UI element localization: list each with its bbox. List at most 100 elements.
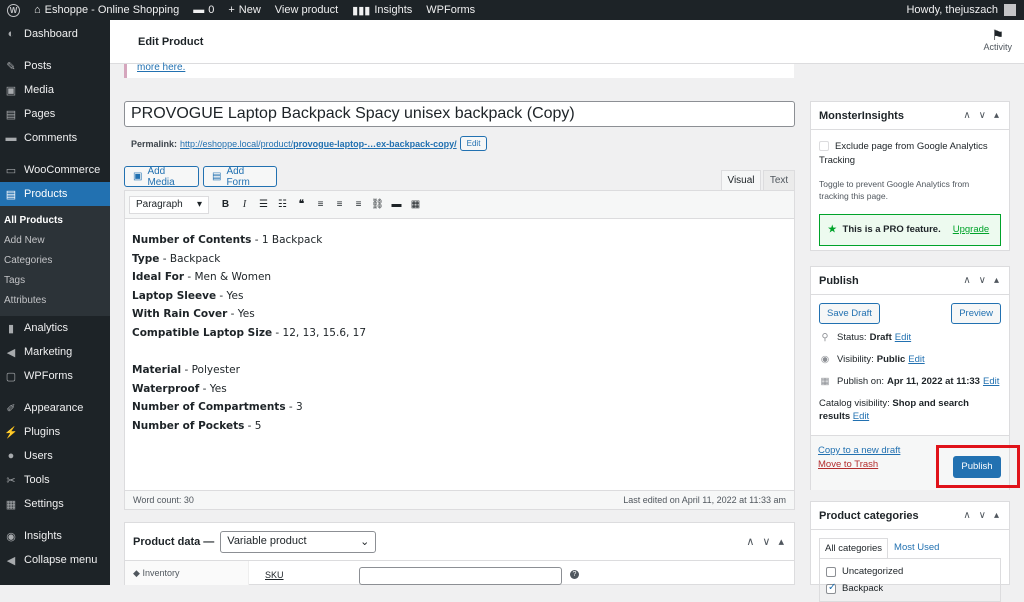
publish-on-label: Publish on: bbox=[837, 376, 885, 387]
tab-inventory[interactable]: ◆ Inventory bbox=[125, 561, 249, 585]
sidebar-item-wpforms[interactable]: ▢ WPForms bbox=[0, 364, 110, 388]
chevron-down-icon[interactable]: ∨ bbox=[762, 535, 770, 548]
category-checkbox[interactable] bbox=[826, 582, 836, 594]
preview-button[interactable]: Preview bbox=[951, 303, 1001, 324]
sidebar-item-insights[interactable]: ◉ Insights bbox=[0, 524, 110, 548]
permalink-edit-button[interactable]: Edit bbox=[459, 136, 488, 151]
sidebar-item-products[interactable]: ▤ Products bbox=[0, 182, 110, 206]
products-submenu: All Products Add New Categories Tags Att… bbox=[0, 206, 110, 316]
category-checkbox[interactable] bbox=[826, 566, 836, 577]
view-product-link[interactable]: View product bbox=[268, 0, 345, 20]
insights-link[interactable]: ▮▮▮ Insights bbox=[345, 0, 419, 20]
toolbar-toggle-icon[interactable]: ▦ bbox=[407, 196, 424, 214]
chevron-up-icon[interactable]: ∧ bbox=[963, 510, 970, 521]
visibility-edit-link[interactable]: Edit bbox=[908, 354, 924, 365]
chevron-up-icon[interactable]: ∧ bbox=[746, 535, 754, 548]
chevron-down-icon[interactable]: ∨ bbox=[979, 110, 986, 121]
sidebar-item-tools[interactable]: ✂ Tools bbox=[0, 468, 110, 492]
sidebar-item-analytics[interactable]: ▮ Analytics bbox=[0, 316, 110, 340]
content-editor[interactable]: Paragraph ▾ B I ☰ ☷ ❝ ≡ ≡ ≡ ⛓ ▬ ▦ Number … bbox=[124, 190, 795, 510]
chevron-up-icon[interactable]: ∧ bbox=[963, 275, 970, 286]
wordpress-logo[interactable]: W bbox=[0, 0, 27, 20]
sidebar-item-pages[interactable]: ▤ Pages bbox=[0, 102, 110, 126]
sidebar-item-media[interactable]: ▣ Media bbox=[0, 78, 110, 102]
inventory-icon: ◆ bbox=[133, 568, 140, 578]
tab-text[interactable]: Text bbox=[763, 170, 795, 190]
sidebar-item-plugins[interactable]: ⚡ Plugins bbox=[0, 420, 110, 444]
sidebar-item-comments[interactable]: ▬ Comments bbox=[0, 126, 110, 150]
bold-icon[interactable]: B bbox=[217, 196, 234, 214]
move-to-trash-link[interactable]: Move to Trash bbox=[818, 459, 878, 470]
sidebar-item-marketing[interactable]: ◀ Marketing bbox=[0, 340, 110, 364]
site-name-link[interactable]: ⌂ Eshoppe - Online Shopping bbox=[27, 0, 186, 20]
toggle-arrow-icon[interactable]: ▴ bbox=[994, 275, 999, 286]
align-right-icon[interactable]: ≡ bbox=[350, 196, 367, 214]
chevron-down-icon[interactable]: ∨ bbox=[979, 510, 986, 521]
help-icon[interactable]: ? bbox=[570, 570, 579, 579]
exclude-checkbox-row[interactable]: Exclude page from Google Analytics Track… bbox=[819, 140, 1001, 168]
chevron-down-icon[interactable]: ∨ bbox=[979, 275, 986, 286]
line-value: - Yes bbox=[216, 289, 244, 302]
comments-link[interactable]: ▬ 0 bbox=[186, 0, 221, 20]
upgrade-link[interactable]: Upgrade bbox=[953, 223, 989, 237]
line-key: Material bbox=[132, 364, 182, 377]
permalink-link[interactable]: http://eshoppe.local/product/provogue-la… bbox=[180, 139, 457, 149]
submenu-all-products[interactable]: All Products bbox=[0, 212, 110, 232]
sidebar-item-woocommerce[interactable]: ▭ WooCommerce bbox=[0, 158, 110, 182]
copy-draft-link[interactable]: Copy to a new draft bbox=[818, 445, 900, 456]
sidebar-item-label: Plugins bbox=[24, 426, 61, 438]
toggle-arrow-icon[interactable]: ▴ bbox=[778, 535, 784, 548]
exclude-checkbox[interactable] bbox=[819, 141, 829, 152]
blockquote-icon[interactable]: ❝ bbox=[293, 196, 310, 214]
exclude-label: Exclude page from Google Analytics Track… bbox=[819, 141, 988, 166]
megaphone-icon: ◀ bbox=[6, 346, 16, 359]
editor-content[interactable]: Number of Contents - 1 Backpack Type - B… bbox=[125, 219, 794, 448]
sidebar-item-users[interactable]: ● Users bbox=[0, 444, 110, 468]
format-select[interactable]: Paragraph ▾ bbox=[129, 195, 209, 214]
activity-button[interactable]: ⚑ Activity bbox=[983, 28, 1012, 52]
category-item[interactable]: Uncategorized bbox=[826, 563, 994, 580]
link-icon[interactable]: ⛓ bbox=[369, 196, 386, 214]
numbered-list-icon[interactable]: ☷ bbox=[274, 196, 291, 214]
account-menu[interactable]: Howdy, thejuszach bbox=[906, 4, 1024, 16]
align-center-icon[interactable]: ≡ bbox=[331, 196, 348, 214]
toggle-arrow-icon[interactable]: ▴ bbox=[994, 510, 999, 521]
submenu-tags[interactable]: Tags bbox=[0, 272, 110, 292]
bullet-list-icon[interactable]: ☰ bbox=[255, 196, 272, 214]
sidebar-item-appearance[interactable]: ✐ Appearance bbox=[0, 396, 110, 420]
box-controls: ∧ ∨ ▴ bbox=[963, 510, 1009, 521]
category-item[interactable]: Backpack bbox=[826, 580, 994, 597]
submenu-add-new[interactable]: Add New bbox=[0, 232, 110, 252]
submenu-attributes[interactable]: Attributes bbox=[0, 292, 110, 312]
tab-all-categories[interactable]: All categories bbox=[819, 538, 889, 558]
new-content-link[interactable]: + New bbox=[221, 0, 267, 20]
sku-input[interactable] bbox=[359, 567, 562, 585]
toggle-arrow-icon[interactable]: ▴ bbox=[994, 110, 999, 121]
status-edit-link[interactable]: Edit bbox=[895, 332, 911, 343]
submenu-categories[interactable]: Categories bbox=[0, 252, 110, 272]
align-left-icon[interactable]: ≡ bbox=[312, 196, 329, 214]
sidebar-item-label: Comments bbox=[24, 132, 78, 144]
content-line: Number of Compartments - 3 bbox=[132, 398, 787, 417]
italic-icon[interactable]: I bbox=[236, 196, 253, 214]
add-media-button[interactable]: ▣ Add Media bbox=[124, 166, 199, 188]
notice-more-link[interactable]: more here. bbox=[137, 62, 185, 73]
add-form-button[interactable]: ▤ Add Form bbox=[203, 166, 277, 188]
chevron-up-icon[interactable]: ∧ bbox=[963, 110, 970, 121]
sidebar-item-settings[interactable]: ▦ Settings bbox=[0, 492, 110, 516]
publish-date-edit-link[interactable]: Edit bbox=[983, 376, 999, 387]
product-type-select[interactable]: Variable product ⌄ bbox=[220, 530, 377, 553]
save-draft-button[interactable]: Save Draft bbox=[819, 303, 880, 324]
sidebar-collapse-menu[interactable]: ◀ Collapse menu bbox=[0, 548, 110, 572]
tab-most-used[interactable]: Most Used bbox=[888, 538, 945, 558]
wpforms-link[interactable]: WPForms bbox=[419, 0, 482, 20]
sidebar-item-posts[interactable]: ✎ Posts bbox=[0, 54, 110, 78]
read-more-icon[interactable]: ▬ bbox=[388, 196, 405, 214]
sidebar-item-label: Insights bbox=[24, 530, 62, 542]
catalog-edit-link[interactable]: Edit bbox=[853, 411, 869, 422]
tab-visual[interactable]: Visual bbox=[721, 170, 761, 190]
sidebar-item-dashboard[interactable]: ◐ Dashboard bbox=[0, 22, 110, 46]
wrench-icon: ✂ bbox=[6, 474, 16, 487]
insights-icon: ◉ bbox=[6, 530, 16, 543]
product-title-input[interactable]: PROVOGUE Laptop Backpack Spacy unisex ba… bbox=[124, 101, 795, 127]
